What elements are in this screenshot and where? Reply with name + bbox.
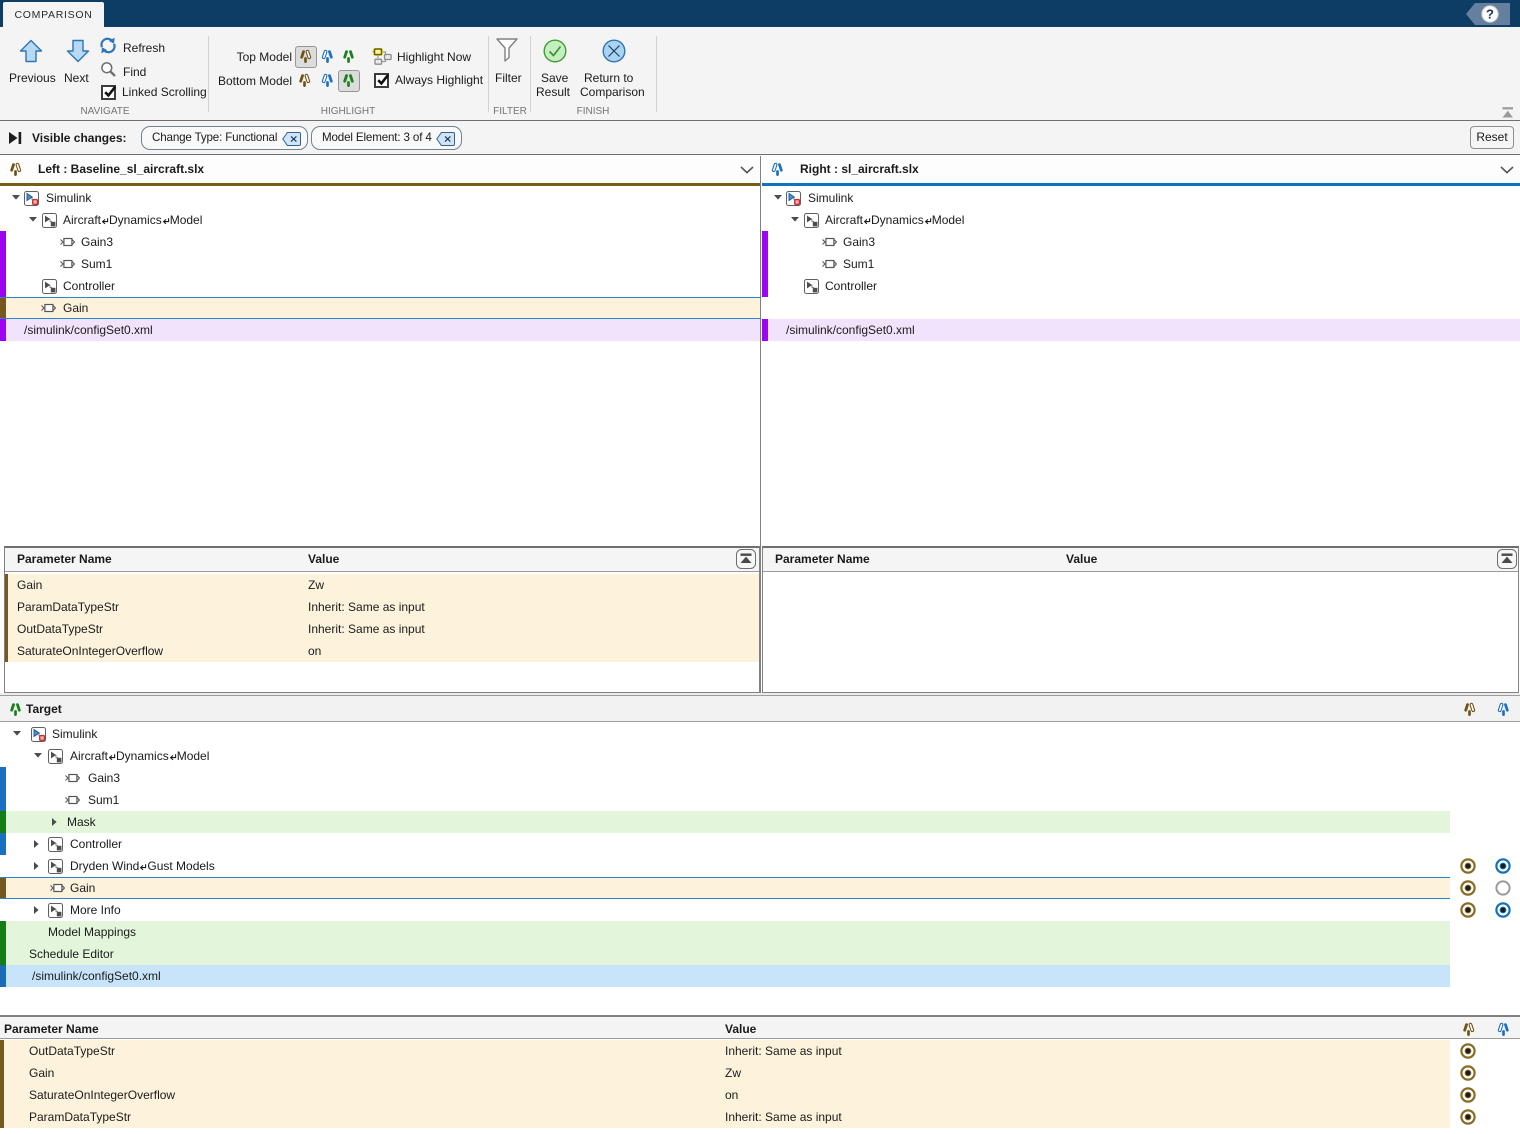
svg-text:?: ? — [1486, 7, 1494, 22]
